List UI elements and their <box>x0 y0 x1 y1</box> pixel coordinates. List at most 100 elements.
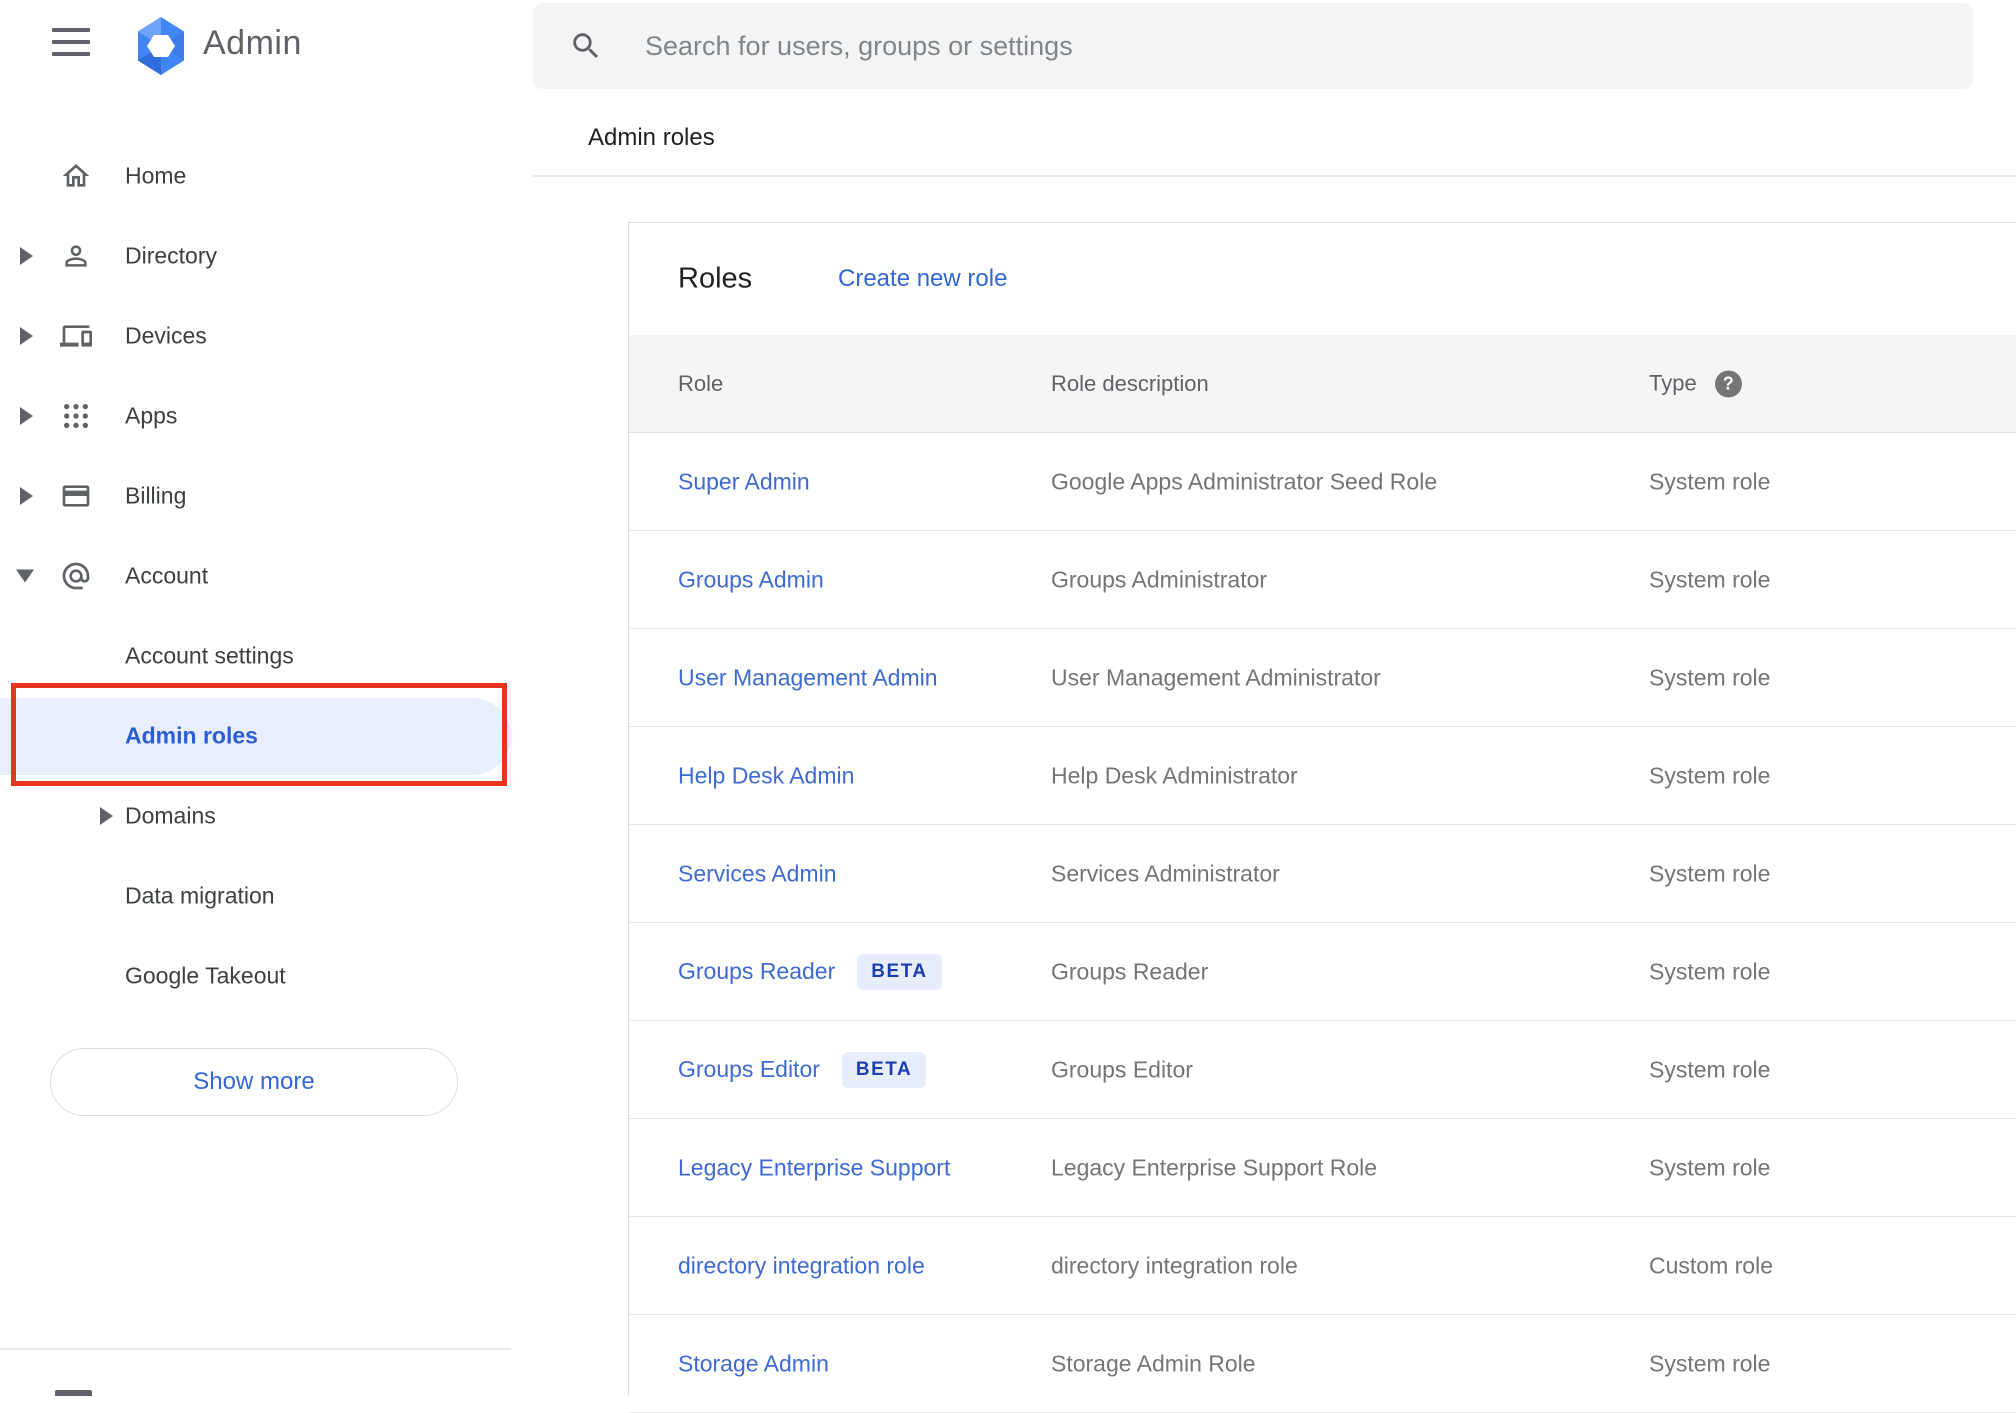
sidebar-item-label: Account settings <box>125 642 294 669</box>
create-new-role-link[interactable]: Create new role <box>838 265 1007 293</box>
chevron-down-icon[interactable] <box>16 569 34 583</box>
sidebar-item-apps[interactable]: Apps <box>0 376 530 456</box>
table-header-row: Role Role description Type ? <box>629 335 2016 433</box>
at-sign-icon <box>60 560 92 592</box>
sidebar-item-label: Directory <box>125 242 218 269</box>
app-title: Admin <box>203 24 302 62</box>
table-row: Super Admin Google Apps Administrator See… <box>629 433 2016 531</box>
role-link[interactable]: User Management Admin <box>678 664 938 691</box>
role-link[interactable]: Super Admin <box>678 468 810 495</box>
role-link[interactable]: Groups Reader BETA <box>678 953 942 990</box>
role-description: directory integration role <box>1051 1252 1298 1278</box>
role-type: System role <box>1649 1154 1771 1180</box>
sidebar-item-label: Apps <box>125 402 178 429</box>
table-row: Help Desk Admin Help Desk Administrator Sy… <box>629 727 2016 825</box>
role-description: User Management Administrator <box>1051 664 1381 690</box>
sidebar-item-directory[interactable]: Directory <box>0 216 530 296</box>
role-type: System role <box>1649 762 1771 788</box>
sidebar-item-label: Google Takeout <box>125 962 286 989</box>
role-link[interactable]: directory integration role <box>678 1252 925 1279</box>
role-description: Services Administrator <box>1051 860 1280 886</box>
sidebar-item-label: Billing <box>125 482 187 509</box>
table-row: Services Admin Services Administrator Syst… <box>629 825 2016 923</box>
apps-grid-icon <box>60 400 92 432</box>
credit-card-icon <box>60 480 92 512</box>
card-title: Roles <box>678 262 753 295</box>
topbar-divider <box>533 175 2016 177</box>
role-description: Storage Admin Role <box>1051 1350 1256 1376</box>
role-link[interactable]: Groups Editor BETA <box>678 1051 927 1088</box>
role-description: Legacy Enterprise Support Role <box>1051 1154 1378 1180</box>
table-row: Groups Reader BETA Groups Reader System rol… <box>629 923 2016 1021</box>
column-header-role: Role <box>678 370 724 396</box>
person-icon <box>60 240 92 272</box>
sidebar-divider <box>0 1348 511 1350</box>
role-type: System role <box>1649 664 1771 690</box>
sidebar-item-label: Home <box>125 162 187 189</box>
sidebar-item-label: Domains <box>125 802 216 829</box>
sidebar-item-account-settings[interactable]: Account settings <box>0 616 530 696</box>
sidebar-item-billing[interactable]: Billing <box>0 456 530 536</box>
role-description: Groups Administrator <box>1051 566 1268 592</box>
show-more-button[interactable]: Show more <box>50 1048 458 1116</box>
sidebar-item-data-migration[interactable]: Data migration <box>0 856 530 936</box>
chevron-right-icon[interactable] <box>20 247 33 265</box>
chevron-right-icon[interactable] <box>20 407 33 425</box>
sidebar: Admin Home Directory Devices Apps Billing Acc… <box>0 0 530 1396</box>
card-title-row: Roles Create new role <box>629 223 2016 335</box>
sidebar-item-domains[interactable]: Domains <box>0 776 530 856</box>
role-type: System role <box>1649 566 1771 592</box>
table-row: directory integration role directory inte… <box>629 1217 2016 1315</box>
role-link[interactable]: Legacy Enterprise Support <box>678 1154 950 1181</box>
role-type: System role <box>1649 860 1771 886</box>
table-row: Legacy Enterprise Support Legacy Enterpri… <box>629 1119 2016 1217</box>
table-row: Storage Admin Storage Admin Role System ro… <box>629 1315 2016 1413</box>
search-input[interactable]: Search for users, groups or settings <box>533 3 1973 89</box>
sidebar-item-label: Admin roles <box>125 722 258 749</box>
beta-badge: BETA <box>857 953 942 990</box>
sidebar-item-label: Account <box>125 562 209 589</box>
admin-hexagon-logo-icon <box>138 17 184 75</box>
table-row: Groups Admin Groups Administrator System r… <box>629 531 2016 629</box>
search-placeholder: Search for users, groups or settings <box>645 30 1073 61</box>
role-link[interactable]: Storage Admin <box>678 1350 829 1377</box>
help-icon[interactable]: ? <box>1714 370 1742 397</box>
sidebar-nav: Home Directory Devices Apps Billing Account Ac… <box>0 136 530 1016</box>
role-link[interactable]: Help Desk Admin <box>678 762 854 789</box>
home-icon <box>60 160 92 192</box>
sidebar-item-devices[interactable]: Devices <box>0 296 530 376</box>
devices-icon <box>60 320 92 352</box>
role-type: System role <box>1649 1350 1771 1376</box>
beta-badge: BETA <box>841 1051 927 1088</box>
role-description: Groups Editor <box>1051 1056 1193 1082</box>
chevron-right-icon[interactable] <box>100 807 113 825</box>
role-description: Groups Reader <box>1051 958 1209 984</box>
table-row: Groups Editor BETA Groups Editor System rol… <box>629 1021 2016 1119</box>
roles-card: Roles Create new role Role Role descript… <box>628 222 2016 1413</box>
table-row: User Management Admin User Management Adm… <box>629 629 2016 727</box>
breadcrumb: Admin roles <box>588 124 715 151</box>
sidebar-item-label: Devices <box>125 322 207 349</box>
cutoff-bottom-icon <box>55 1390 92 1396</box>
role-description: Help Desk Administrator <box>1051 762 1298 788</box>
role-type: System role <box>1649 958 1771 984</box>
role-link[interactable]: Services Admin <box>678 860 837 887</box>
role-type: System role <box>1649 468 1771 494</box>
column-header-type: Type ? <box>1649 370 1742 397</box>
sidebar-item-account[interactable]: Account <box>0 536 530 616</box>
table-body: Super Admin Google Apps Administrator See… <box>629 433 2016 1413</box>
role-type: System role <box>1649 1056 1771 1082</box>
chevron-right-icon[interactable] <box>20 487 33 505</box>
sidebar-item-admin-roles[interactable]: Admin roles <box>0 696 530 776</box>
column-header-role-description: Role description <box>1051 370 1209 396</box>
show-more-label: Show more <box>193 1068 315 1095</box>
chevron-right-icon[interactable] <box>20 327 33 345</box>
role-description: Google Apps Administrator Seed Role <box>1051 468 1438 494</box>
search-icon <box>569 29 603 63</box>
sidebar-item-google-takeout[interactable]: Google Takeout <box>0 936 530 1016</box>
role-type: Custom role <box>1649 1252 1773 1278</box>
sidebar-item-home[interactable]: Home <box>0 136 530 216</box>
sidebar-item-label: Data migration <box>125 882 275 909</box>
role-link[interactable]: Groups Admin <box>678 566 824 593</box>
hamburger-menu-icon[interactable] <box>52 28 90 56</box>
